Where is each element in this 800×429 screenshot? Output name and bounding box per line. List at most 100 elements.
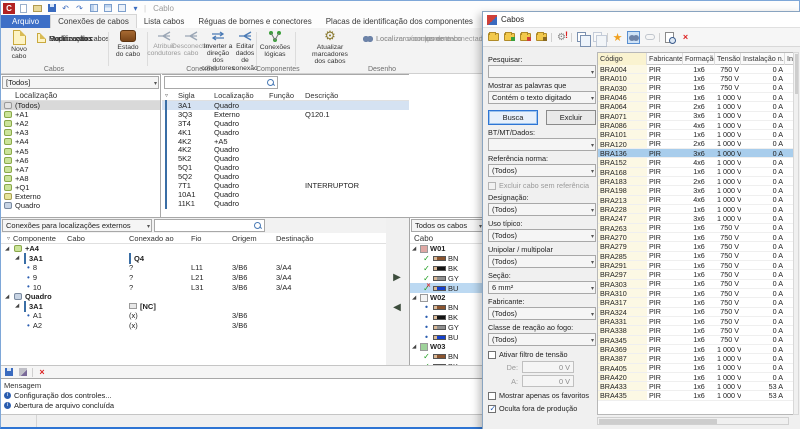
novo-cabo-button[interactable]: Novo cabo bbox=[5, 30, 33, 60]
component-row[interactable]: 10A1Quadro bbox=[162, 190, 409, 199]
fabricante-combobox[interactable]: (Todos) ▾ bbox=[488, 307, 596, 320]
unipolar-combobox[interactable]: (Todos) ▾ bbox=[488, 255, 596, 268]
conexoes-logicas-button[interactable]: Conexões lógicas bbox=[260, 30, 290, 58]
location-item[interactable]: +Q1 bbox=[1, 183, 160, 192]
paint-icon[interactable] bbox=[18, 367, 28, 377]
tree-expander-icon[interactable]: ◢ bbox=[412, 246, 418, 252]
cable-row[interactable]: BRA183PIR2x61 000 V0 A bbox=[598, 177, 794, 186]
connection-row[interactable]: •9?L213/B63/A4 bbox=[1, 273, 409, 283]
new-doc-icon[interactable] bbox=[18, 3, 29, 14]
favoritos-checkbox[interactable] bbox=[488, 392, 496, 400]
layout-split-icon[interactable] bbox=[88, 3, 99, 14]
connection-row[interactable]: •A2(x)3/B6 bbox=[1, 321, 409, 331]
cable-conductor-row[interactable]: ✓GY bbox=[410, 273, 485, 283]
uso-combobox[interactable]: (Todos) ▾ bbox=[488, 229, 596, 242]
component-search-input[interactable] bbox=[165, 77, 277, 88]
cable-row[interactable]: BRA338PIR1x6750 V0 A bbox=[598, 326, 794, 335]
cables-column-header[interactable]: Formação bbox=[683, 53, 715, 65]
cables-column-header[interactable]: Cabo bbox=[410, 233, 485, 244]
ribbon-tab[interactable]: Placas de identificação dos componentes bbox=[319, 15, 480, 28]
cable-row[interactable]: BRA263PIR1x6750 V0 A bbox=[598, 224, 794, 233]
tab-arquivo[interactable]: Arquivo bbox=[1, 15, 50, 28]
excluir-ref-checkbox[interactable] bbox=[488, 182, 496, 190]
pesquisar-combobox[interactable]: ▾ bbox=[488, 65, 596, 78]
location-item[interactable]: +A8 bbox=[1, 174, 160, 183]
component-row[interactable]: 5K2Quadro bbox=[162, 154, 409, 163]
cable-row[interactable]: BRA086PIR4x61 000 V0 A bbox=[598, 121, 794, 130]
location-item[interactable]: +A5 bbox=[1, 146, 160, 155]
location-item[interactable]: Externo bbox=[1, 192, 160, 201]
component-row[interactable]: 4K2+A5 bbox=[162, 137, 409, 146]
location-column-header[interactable]: Localização bbox=[1, 90, 160, 101]
cable-row[interactable]: BRA433PIR1x61 000 V53 A bbox=[598, 382, 794, 391]
cable-row[interactable]: BRA420PIR1x61 000 V0 A bbox=[598, 373, 794, 382]
cable-conductor-row[interactable]: ✓BN bbox=[410, 254, 485, 264]
location-item[interactable]: +A2 bbox=[1, 119, 160, 128]
component-row[interactable]: 4K2Quadro bbox=[162, 145, 409, 154]
cables-filter-combobox[interactable]: Todos os cabos ▾ bbox=[411, 219, 484, 232]
cable-row[interactable]: BRA213PIR4x61 000 V0 A bbox=[598, 196, 794, 205]
paste-icon[interactable] bbox=[591, 31, 604, 44]
component-row[interactable]: 3Q3ExternoQ120.1 bbox=[162, 110, 409, 119]
cable-group-row[interactable]: ◢W02 bbox=[410, 293, 485, 303]
atualizar-marcadores-button[interactable]: ⚙ Atualizar marcadores dos cabos bbox=[299, 30, 361, 66]
cable-row[interactable]: BRA010PIR1x6750 V0 A bbox=[598, 74, 794, 83]
component-row[interactable]: 5Q1Quadro bbox=[162, 163, 409, 172]
location-filter-combobox[interactable]: [Todos] ▾ bbox=[2, 76, 159, 89]
connection-row[interactable]: ◢3A1[NC] bbox=[1, 302, 409, 312]
layout-rows-icon[interactable] bbox=[102, 3, 113, 14]
transfer-right-button[interactable]: ▶ bbox=[390, 271, 404, 285]
cables-column-header[interactable]: Tensão bbox=[715, 53, 741, 65]
cable-conductor-row[interactable]: ✓BN bbox=[410, 352, 485, 362]
cable-conductor-row[interactable]: ✓×BU bbox=[410, 283, 485, 293]
de-field[interactable]: 0 V bbox=[522, 361, 574, 373]
localizar-button[interactable]: Localizar vínculos do cabo bbox=[363, 32, 462, 44]
cables-table-header[interactable]: CódigoFabricanteFormaçãoTensãoInstalação… bbox=[598, 53, 794, 65]
cable-group-row[interactable]: ◢W03 bbox=[410, 342, 485, 352]
referencia-combobox[interactable]: (Todos) ▾ bbox=[488, 164, 596, 177]
connection-row[interactable]: ◢Quadro bbox=[1, 292, 409, 302]
cable-row[interactable]: BRA071PIR3x61 000 V0 A bbox=[598, 112, 794, 121]
folder-manage-icon[interactable] bbox=[535, 31, 548, 44]
cable-row[interactable]: BRA046PIR1x61 000 V0 A bbox=[598, 93, 794, 102]
cable-row[interactable]: BRA247PIR3x61 000 V0 A bbox=[598, 214, 794, 223]
cable-row[interactable]: BRA004PIR1x6750 V0 A bbox=[598, 65, 794, 74]
estado-do-cabo-button[interactable]: Estado do cabo bbox=[112, 30, 144, 58]
cable-conductor-row[interactable]: ✓BK bbox=[410, 264, 485, 274]
cable-row[interactable]: BRA331PIR1x6750 V0 A bbox=[598, 317, 794, 326]
undo-icon[interactable]: ↶ bbox=[60, 3, 71, 14]
delete-icon[interactable]: × bbox=[679, 31, 692, 44]
dialog-title-bar[interactable]: Cabos bbox=[483, 12, 800, 28]
open-icon[interactable] bbox=[32, 3, 43, 14]
connections-column-header[interactable]: Cabo bbox=[67, 234, 129, 243]
designacao-combobox[interactable]: (Todos) ▾ bbox=[488, 203, 596, 216]
tree-expander-icon[interactable]: ◢ bbox=[15, 255, 21, 261]
copy-icon[interactable] bbox=[575, 31, 588, 44]
col-descricao[interactable]: Descrição bbox=[305, 91, 409, 100]
location-item[interactable]: Quadro bbox=[1, 201, 160, 210]
component-row[interactable]: 5Q2Quadro bbox=[162, 172, 409, 181]
connections-search-box[interactable] bbox=[154, 219, 265, 232]
excluir-button[interactable]: Excluir bbox=[546, 110, 596, 125]
busca-button[interactable]: Busca bbox=[488, 110, 538, 125]
cable-row[interactable]: BRA303PIR1x6750 V0 A bbox=[598, 280, 794, 289]
component-row[interactable]: 4K1Quadro bbox=[162, 128, 409, 137]
secao-combobox[interactable]: 6 mm² ▾ bbox=[488, 281, 596, 294]
cable-row[interactable]: BRA369PIR1x61 000 V0 A bbox=[598, 345, 794, 354]
bt-mt-combobox[interactable]: ▾ bbox=[488, 138, 596, 151]
folder-export-icon[interactable] bbox=[519, 31, 532, 44]
ribbon-connection-button[interactable]: Desconectar cabo bbox=[178, 30, 204, 57]
oculta-checkbox[interactable] bbox=[488, 405, 496, 413]
component-row[interactable]: 3T4Quadro bbox=[162, 119, 409, 128]
cable-row[interactable]: BRA317PIR1x6750 V0 A bbox=[598, 298, 794, 307]
connections-filter-combobox[interactable]: Conexões para localizações externos ▾ bbox=[2, 219, 152, 232]
location-item[interactable]: +A4 bbox=[1, 137, 160, 146]
ribbon-tab[interactable]: Conexões de cabos bbox=[50, 14, 137, 28]
redo-icon[interactable]: ↷ bbox=[74, 3, 85, 14]
cable-row[interactable]: BRA152PIR4x61 000 V0 A bbox=[598, 158, 794, 167]
cable-conductor-row[interactable]: •BU bbox=[410, 332, 485, 342]
location-item[interactable]: +A6 bbox=[1, 156, 160, 165]
location-item[interactable]: +A7 bbox=[1, 165, 160, 174]
cable-row[interactable]: BRA310PIR1x6750 V0 A bbox=[598, 289, 794, 298]
cable-row[interactable]: BRA030PIR1x6750 V0 A bbox=[598, 84, 794, 93]
